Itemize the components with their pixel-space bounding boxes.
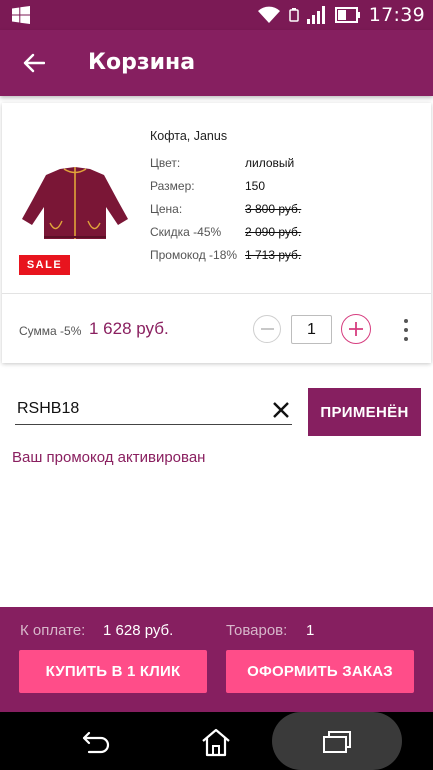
signal-icon [306, 6, 325, 24]
promo-code-value: RSHB18 [17, 400, 80, 417]
recent-apps-icon [323, 731, 351, 753]
nav-home-button[interactable] [196, 722, 236, 762]
more-vertical-icon [404, 319, 408, 323]
total-label: К оплате: [20, 622, 86, 639]
battery-icon [334, 7, 360, 23]
attribute-label: Цвет: [150, 156, 181, 170]
sum-value: 1 628 руб. [89, 319, 169, 338]
quantity-input[interactable]: 1 [291, 315, 332, 344]
cart-item-card: SALE Кофта, Janus Цвет: лиловый Размер: … [2, 103, 431, 363]
product-image[interactable] [20, 163, 130, 245]
promo-status-message: Ваш промокод активирован [12, 449, 206, 466]
more-options-button[interactable] [400, 317, 412, 343]
sum-label: Сумма -5% [19, 324, 82, 338]
divider [2, 293, 431, 294]
price-after-promo: 1 713 руб. [245, 248, 302, 262]
nav-back-button[interactable] [76, 722, 116, 762]
items-count-label: Товаров: [226, 622, 288, 639]
back-icon [82, 731, 110, 754]
product-name[interactable]: Кофта, Janus [150, 129, 227, 143]
status-bar: 17:39 [0, 0, 433, 30]
arrow-left-icon [23, 53, 45, 73]
plus-icon [349, 322, 363, 336]
attribute-label: Размер: [150, 179, 195, 193]
attribute-label: Промокод -18% [150, 248, 238, 262]
total-value: 1 628 руб. [103, 622, 174, 639]
promo-code-input[interactable]: RSHB18 [15, 395, 292, 425]
sale-badge: SALE [19, 255, 70, 275]
attribute-value: лиловый [245, 156, 295, 170]
items-count-value: 1 [306, 622, 315, 639]
quantity-decrease-button[interactable] [253, 315, 281, 343]
status-time: 17:39 [368, 4, 425, 26]
quantity-increase-button[interactable] [341, 314, 371, 344]
wifi-icon [257, 6, 280, 23]
nav-recent-apps-button[interactable] [317, 722, 357, 762]
attribute-value: 150 [245, 179, 266, 193]
checkout-bar: К оплате: 1 628 руб. Товаров: 1 КУПИТЬ В… [0, 607, 433, 712]
back-button[interactable] [14, 46, 54, 80]
status-icons: 17:39 [257, 4, 425, 26]
close-icon[interactable] [270, 399, 292, 421]
promo-apply-button[interactable]: ПРИМЕНЁН [308, 388, 421, 436]
buy-one-click-button[interactable]: КУПИТЬ В 1 КЛИК [19, 650, 207, 693]
minus-icon [260, 328, 274, 330]
app-bar: Корзина [0, 30, 433, 96]
attribute-label: Скидка -45% [150, 225, 222, 239]
home-icon [202, 728, 230, 757]
checkout-button[interactable]: ОФОРМИТЬ ЗАКАЗ [226, 650, 414, 693]
price-original: 3 800 руб. [245, 202, 302, 216]
alarm-icon [288, 8, 299, 22]
price-after-discount: 2 090 руб. [245, 225, 302, 239]
windows-logo-icon [12, 6, 30, 24]
attribute-label: Цена: [150, 202, 183, 216]
system-nav-bar [0, 712, 433, 770]
page-title: Корзина [88, 50, 196, 75]
